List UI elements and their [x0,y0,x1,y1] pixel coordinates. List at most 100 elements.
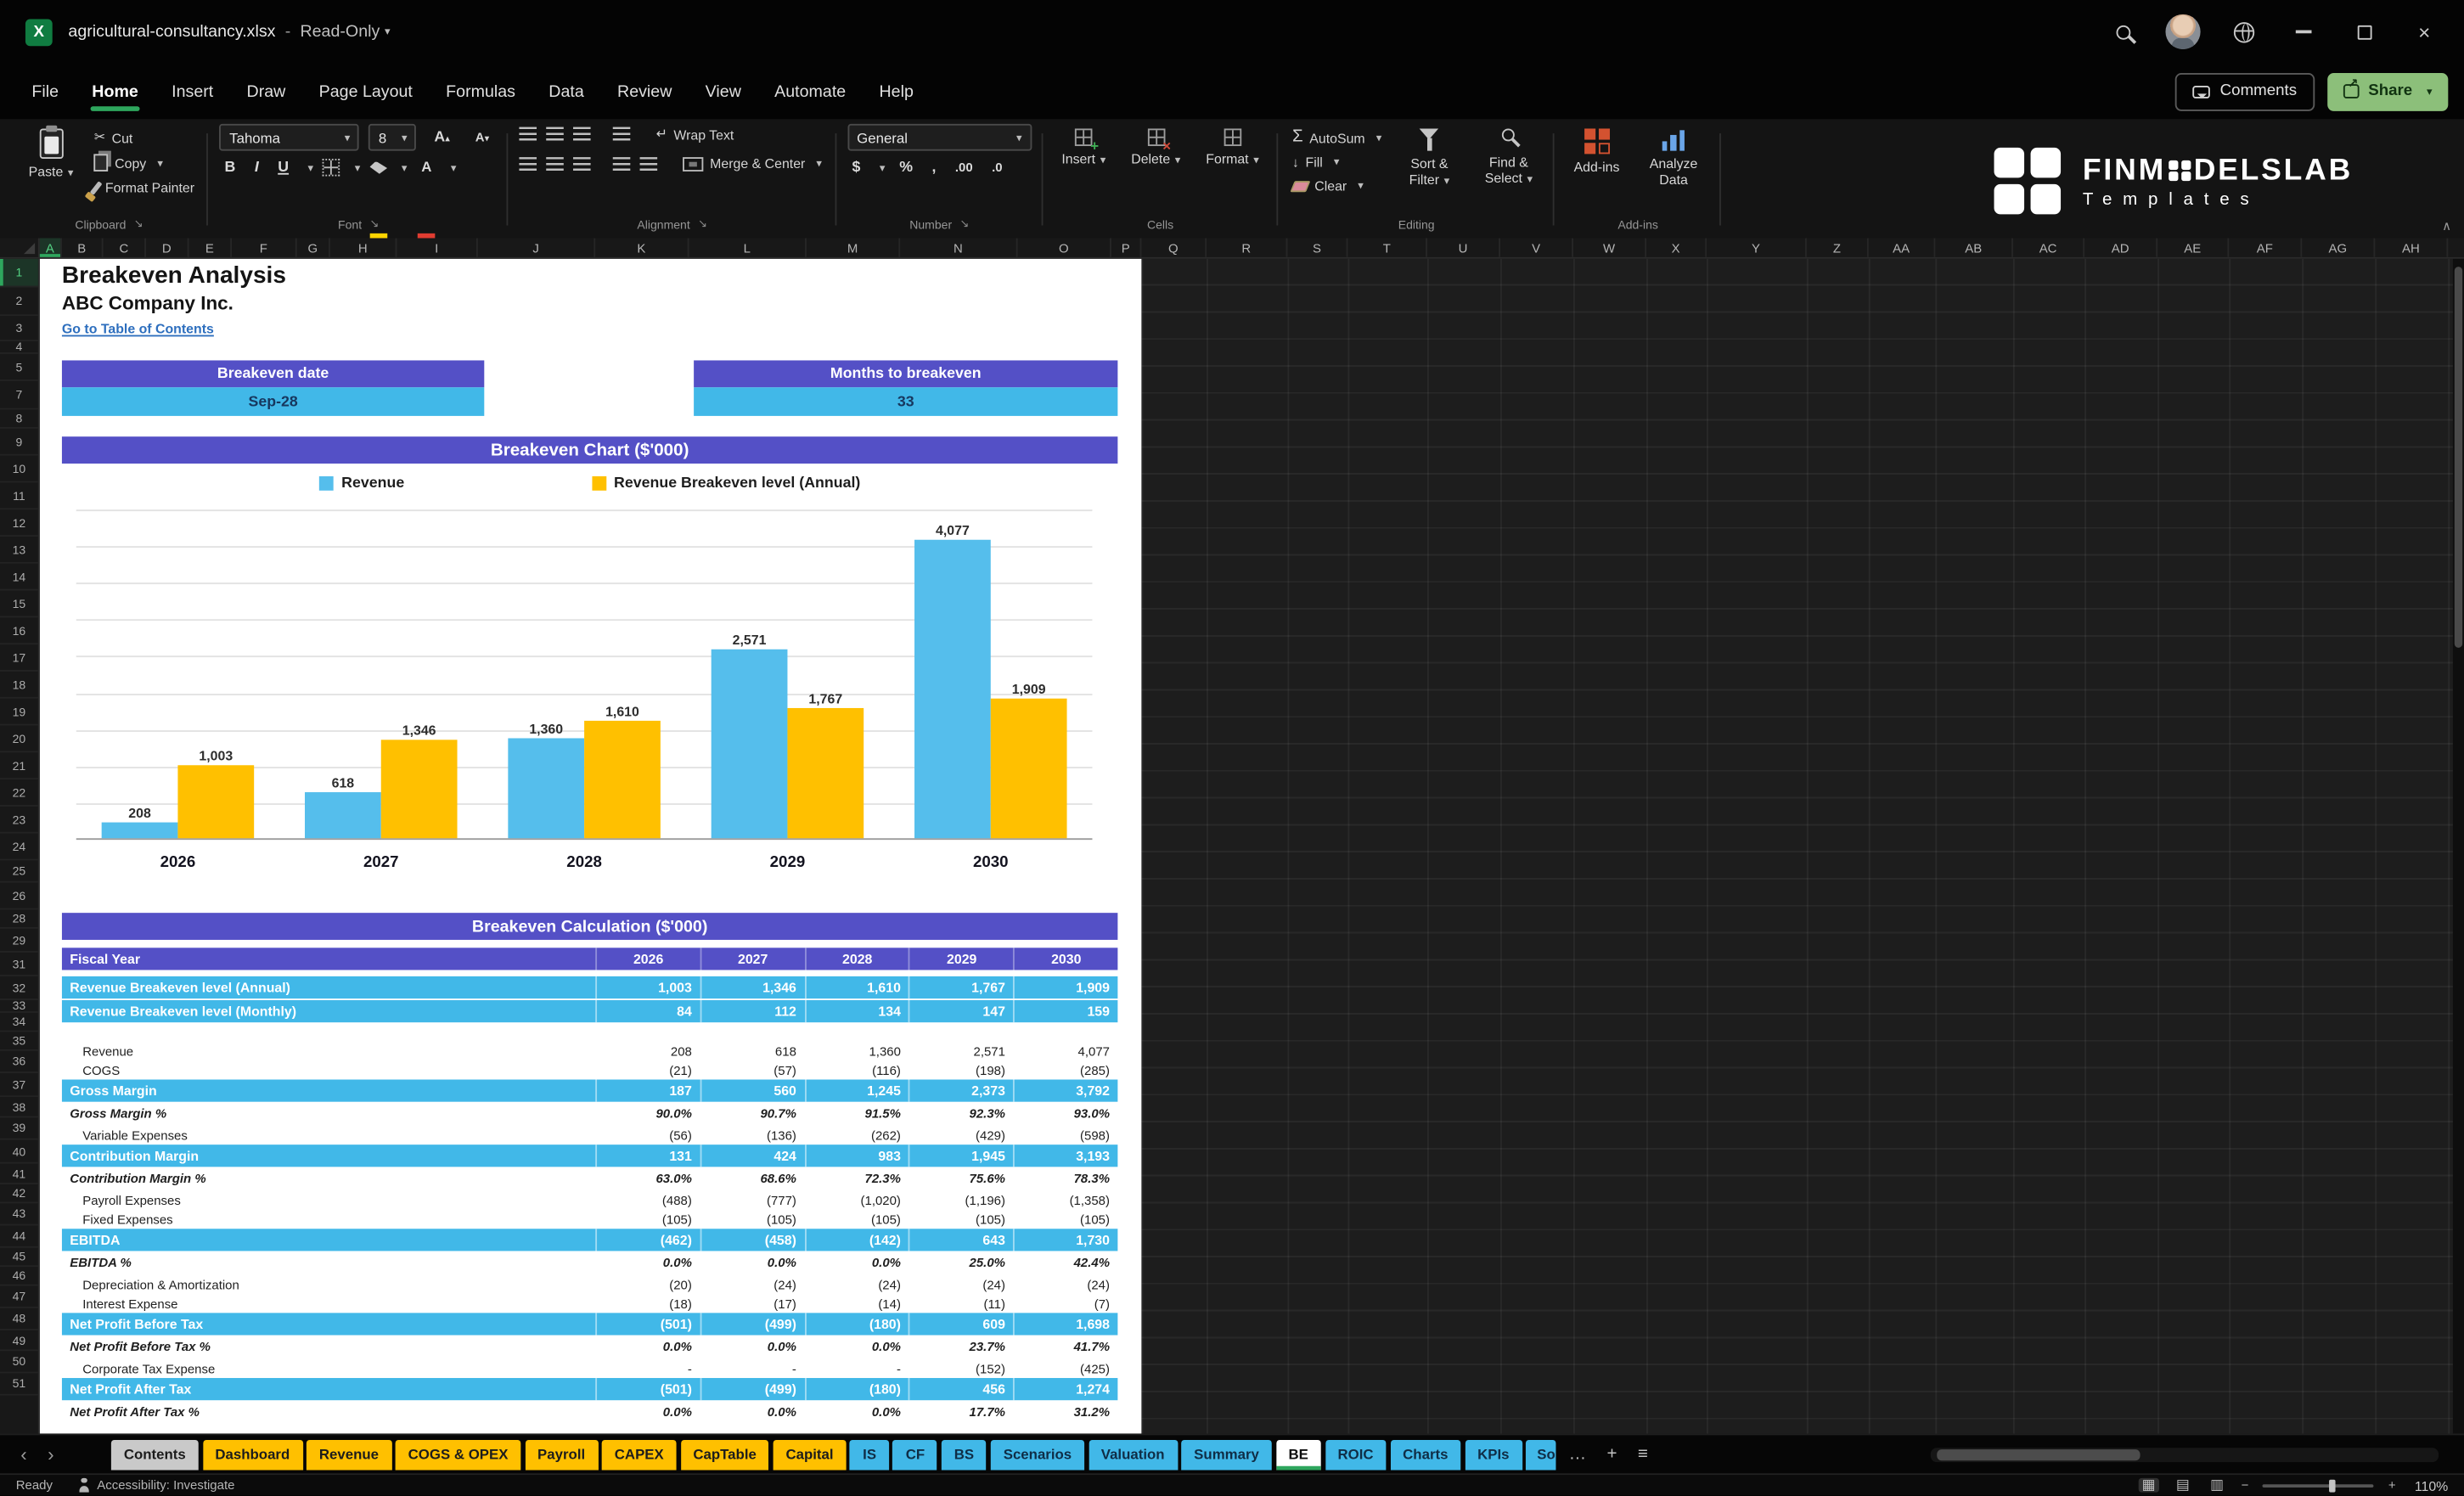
row-header-14[interactable]: 14 [0,564,38,591]
calc-cell[interactable]: (429) [909,1126,1013,1144]
column-header-C[interactable]: C [104,238,147,257]
months-to-breakeven-value[interactable]: 33 [694,387,1118,416]
percent-format-button[interactable]: % [895,159,918,177]
calc-cell[interactable]: (116) [804,1060,909,1079]
calc-cell[interactable]: 0.0% [804,1336,909,1357]
row-header-12[interactable]: 12 [0,509,38,537]
increase-indent-button[interactable] [639,156,658,172]
column-header-AF[interactable]: AF [2229,238,2303,257]
calc-cell[interactable]: (24) [700,1274,804,1293]
cell-company-name[interactable]: ABC Company Inc. [62,292,233,314]
search-button[interactable] [2092,0,2152,64]
column-header-AH[interactable]: AH [2375,238,2449,257]
calc-cell[interactable]: 75.6% [909,1168,1013,1189]
row-header-24[interactable]: 24 [0,834,38,861]
calc-cell[interactable]: (198) [909,1060,1013,1079]
calc-cell[interactable]: 560 [700,1079,804,1102]
calc-row-label[interactable]: Contribution Margin [62,1144,595,1167]
column-header-P[interactable]: P [1111,238,1142,257]
calc-cell[interactable]: 31.2% [1013,1402,1117,1422]
row-header-5[interactable]: 5 [0,354,38,381]
calc-cell[interactable]: 17.7% [909,1402,1013,1422]
calc-cell[interactable]: 983 [804,1144,909,1167]
sheet-tab-captable[interactable]: CapTable [680,1439,769,1470]
row-header-4[interactable]: 4 [0,340,38,354]
calc-cell[interactable]: (7) [1013,1294,1117,1313]
row-header-16[interactable]: 16 [0,617,38,645]
legend-item-revenue[interactable]: Revenue [318,475,404,492]
table-of-contents-link[interactable]: Go to Table of Contents [62,321,214,337]
column-header-H[interactable]: H [330,238,397,257]
fill-color-button[interactable] [369,160,388,239]
row-header-8[interactable]: 8 [0,409,38,429]
row-header-39[interactable]: 39 [0,1117,38,1140]
calc-cell[interactable]: 1,698 [1013,1313,1117,1336]
calc-cell[interactable]: 3,792 [1013,1079,1117,1102]
calc-cell[interactable]: (24) [804,1274,909,1293]
calc-cell[interactable]: (105) [804,1210,909,1229]
sheet-tab-is[interactable]: IS [850,1439,890,1470]
dialog-launcher-icon[interactable]: ↘ [134,217,143,230]
calc-cell[interactable]: (24) [909,1274,1013,1293]
copy-button[interactable]: Copy ▾ [91,153,198,173]
calc-row-label[interactable]: COGS [62,1060,595,1079]
font-size-select[interactable]: 8 ▾ [368,123,417,151]
sheet-tab-payroll[interactable]: Payroll [525,1439,599,1470]
sheet-tab-revenue[interactable]: Revenue [306,1439,392,1470]
accessibility-status[interactable]: Accessibility: Investigate [78,1477,234,1493]
legend-item-revenue-breakeven-level-annual[interactable]: Revenue Breakeven level (Annual) [591,475,860,492]
calc-cell[interactable]: (17) [700,1294,804,1313]
wrap-text-button[interactable]: ↵ Wrap Text [653,124,737,144]
tabs-scroll-left-icon[interactable]: ‹ [13,1445,35,1464]
format-cells-button[interactable]: Format ▾ [1198,124,1267,172]
row-header-29[interactable]: 29 [0,929,38,953]
align-top-button[interactable] [519,127,537,142]
calc-cell[interactable]: (21) [595,1060,700,1079]
chart-title[interactable]: Breakeven Chart ($'000) [61,436,1118,464]
number-format-select[interactable]: General ▾ [847,123,1032,151]
column-header-N[interactable]: N [900,238,1018,257]
bold-button[interactable]: B [220,159,240,177]
borders-button[interactable] [323,158,340,177]
addins-button[interactable]: Add-ins [1566,124,1628,179]
excel-app-icon[interactable]: X [25,18,53,46]
sheet-tab-kpis[interactable]: KPIs [1465,1439,1522,1470]
calc-header-cell[interactable]: 2029 [909,948,1013,970]
row-header-25[interactable]: 25 [0,860,38,883]
share-button[interactable]: Share ▾ [2326,72,2449,110]
merge-center-button[interactable]: Merge & Center ▾ [680,154,825,172]
calc-cell[interactable]: 4,077 [1013,1042,1117,1060]
calc-cell[interactable]: 90.0% [595,1104,700,1124]
column-header-AE[interactable]: AE [2157,238,2230,257]
calc-cell[interactable]: 63.0% [595,1168,700,1189]
calc-cell[interactable]: (180) [804,1378,909,1401]
calc-cell[interactable]: (105) [595,1210,700,1229]
delete-cells-button[interactable]: × Delete ▾ [1123,124,1189,172]
calc-cell[interactable]: (458) [700,1229,804,1251]
calc-cell[interactable]: 2,571 [909,1042,1013,1060]
column-header-B[interactable]: B [62,238,104,257]
calc-row-label[interactable]: Interest Expense [62,1294,595,1313]
row-header-15[interactable]: 15 [0,591,38,618]
calc-header-cell[interactable]: 2027 [700,948,804,970]
decrease-font-button[interactable]: A▾ [467,128,497,146]
breakeven-chart[interactable]: Revenue Revenue Breakeven level (Annual) … [61,463,1118,901]
row-header-7[interactable]: 7 [0,381,38,410]
row-header-3[interactable]: 3 [0,316,38,342]
font-name-select[interactable]: Tahoma ▾ [219,123,360,151]
calc-cell[interactable]: (1,020) [804,1190,909,1209]
column-header-M[interactable]: M [807,238,901,257]
calc-cell[interactable]: 90.7% [700,1104,804,1124]
calc-header-cell[interactable]: Fiscal Year [62,948,595,970]
calc-cell[interactable]: 456 [909,1378,1013,1401]
column-header-Q[interactable]: Q [1141,238,1207,257]
format-painter-button[interactable]: Format Painter [90,177,198,196]
zoom-out-button[interactable]: − [2242,1478,2249,1493]
calc-cell[interactable]: (462) [595,1229,700,1251]
normal-view-button[interactable]: ▦ [2138,1477,2159,1493]
row-header-48[interactable]: 48 [0,1308,38,1330]
row-header-38[interactable]: 38 [0,1097,38,1118]
calc-cell[interactable]: 1,274 [1013,1378,1117,1401]
calc-cell[interactable]: 1,730 [1013,1229,1117,1251]
calc-cell[interactable]: 1,945 [909,1144,1013,1167]
